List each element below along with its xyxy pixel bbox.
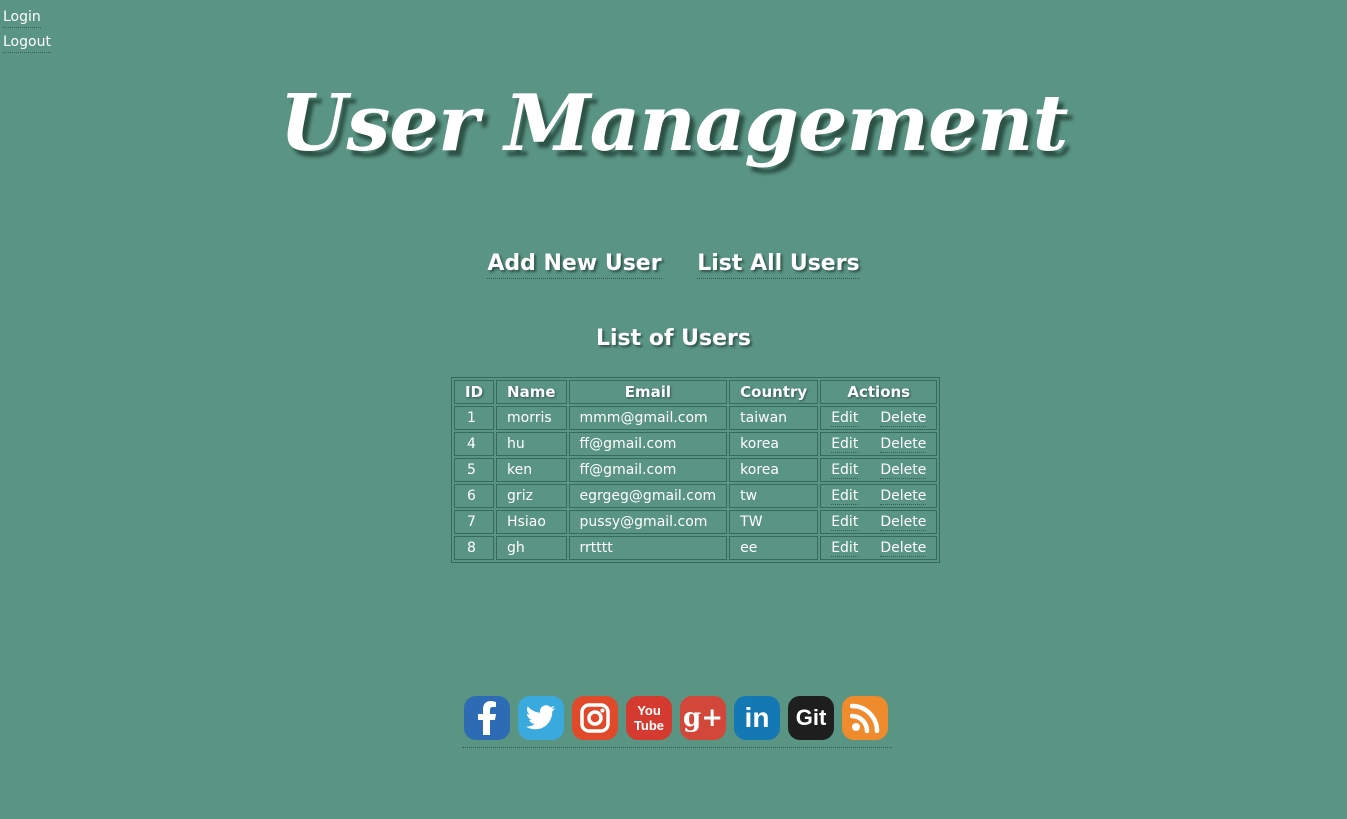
- edit-link[interactable]: Edit: [831, 540, 859, 557]
- cell-email: pussy@gmail.com: [568, 510, 728, 534]
- cell-country: tw: [729, 484, 819, 508]
- cell-id: 7: [454, 510, 495, 534]
- edit-link[interactable]: Edit: [831, 436, 859, 453]
- cell-name: gh: [496, 536, 567, 560]
- cell-name: Hsiao: [496, 510, 567, 534]
- cell-actions: Edit Delete: [820, 536, 938, 560]
- cell-id: 1: [454, 406, 495, 430]
- twitter-icon[interactable]: [518, 696, 564, 740]
- google-plus-icon[interactable]: g+: [680, 696, 726, 740]
- google-plus-label: g+: [683, 703, 723, 733]
- cell-actions: Edit Delete: [820, 484, 938, 508]
- cell-country: korea: [729, 458, 819, 482]
- linkedin-label: in: [744, 702, 770, 733]
- cell-actions: Edit Delete: [820, 458, 938, 482]
- delete-link[interactable]: Delete: [880, 436, 927, 453]
- git-icon[interactable]: Git: [788, 696, 834, 740]
- list-all-users-link[interactable]: List All Users: [697, 250, 860, 279]
- cell-country: korea: [729, 432, 819, 456]
- youtube-label: You Tube: [633, 703, 665, 733]
- table-row: 6 griz egrgeg@gmail.com tw Edit Delete: [454, 484, 938, 508]
- rss-icon[interactable]: [842, 696, 888, 740]
- cell-email: ff@gmail.com: [568, 458, 728, 482]
- header-name: Name: [496, 380, 567, 404]
- cell-name: griz: [496, 484, 567, 508]
- table-row: 7 Hsiao pussy@gmail.com TW Edit Delete: [454, 510, 938, 534]
- instagram-icon[interactable]: [572, 696, 618, 740]
- cell-country: TW: [729, 510, 819, 534]
- cell-name: hu: [496, 432, 567, 456]
- cell-name: morris: [496, 406, 567, 430]
- header-id: ID: [454, 380, 495, 404]
- edit-link[interactable]: Edit: [831, 514, 859, 531]
- login-link[interactable]: Login: [3, 7, 41, 28]
- linkedin-icon[interactable]: in: [734, 696, 780, 740]
- delete-link[interactable]: Delete: [880, 462, 927, 479]
- table-row: 1 morris mmm@gmail.com taiwan Edit Delete: [454, 406, 938, 430]
- edit-link[interactable]: Edit: [831, 410, 859, 427]
- cell-country: ee: [729, 536, 819, 560]
- delete-link[interactable]: Delete: [880, 410, 927, 427]
- youtube-icon[interactable]: You Tube: [626, 696, 672, 740]
- table-row: 4 hu ff@gmail.com korea Edit Delete: [454, 432, 938, 456]
- table-row: 5 ken ff@gmail.com korea Edit Delete: [454, 458, 938, 482]
- users-table: ID Name Email Country Actions 1 morris m…: [451, 377, 941, 563]
- cell-id: 4: [454, 432, 495, 456]
- header-actions: Actions: [820, 380, 938, 404]
- cell-email: ff@gmail.com: [568, 432, 728, 456]
- delete-link[interactable]: Delete: [880, 488, 927, 505]
- cell-actions: Edit Delete: [820, 510, 938, 534]
- logout-link[interactable]: Logout: [3, 32, 51, 53]
- add-new-user-link[interactable]: Add New User: [487, 250, 662, 279]
- list-title: List of Users: [596, 326, 751, 351]
- facebook-icon[interactable]: [464, 696, 510, 740]
- header-email: Email: [568, 380, 728, 404]
- cell-country: taiwan: [729, 406, 819, 430]
- delete-link[interactable]: Delete: [880, 514, 927, 531]
- social-links: You Tube g+ in Git: [462, 696, 892, 748]
- edit-link[interactable]: Edit: [831, 462, 859, 479]
- cell-email: mmm@gmail.com: [568, 406, 728, 430]
- cell-email: egrgeg@gmail.com: [568, 484, 728, 508]
- main-nav: Add New User List All Users: [0, 250, 1347, 279]
- cell-id: 5: [454, 458, 495, 482]
- page-title: User Management: [279, 78, 1068, 169]
- cell-actions: Edit Delete: [820, 406, 938, 430]
- table-header-row: ID Name Email Country Actions: [454, 380, 938, 404]
- header-country: Country: [729, 380, 819, 404]
- table-row: 8 gh rrtttt ee Edit Delete: [454, 536, 938, 560]
- auth-links: Login Logout: [3, 7, 51, 57]
- cell-name: ken: [496, 458, 567, 482]
- edit-link[interactable]: Edit: [831, 488, 859, 505]
- cell-email: rrtttt: [568, 536, 728, 560]
- delete-link[interactable]: Delete: [880, 540, 927, 557]
- cell-id: 8: [454, 536, 495, 560]
- cell-actions: Edit Delete: [820, 432, 938, 456]
- git-label: Git: [795, 705, 827, 730]
- cell-id: 6: [454, 484, 495, 508]
